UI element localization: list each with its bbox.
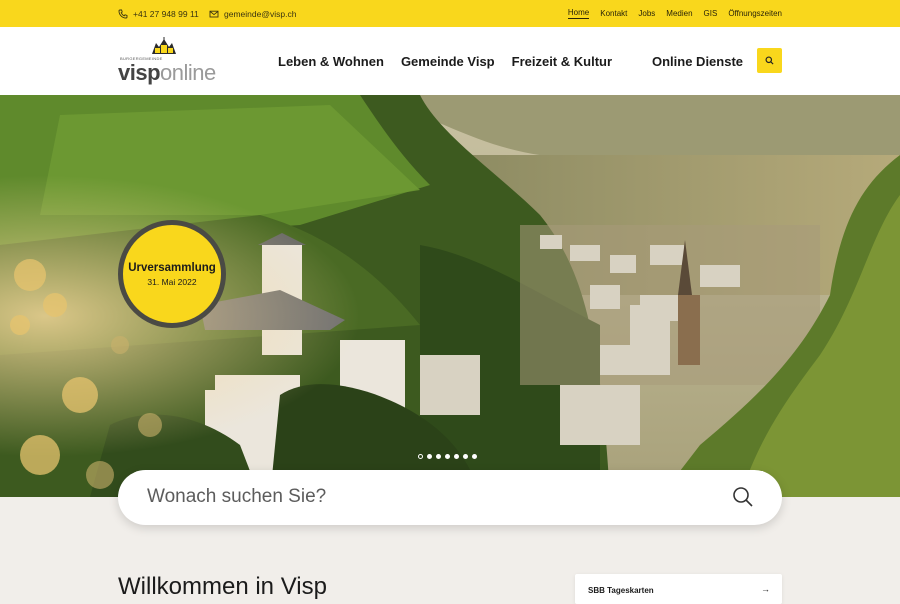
top-links: Home Kontakt Jobs Medien GIS Öffnungszei… <box>567 0 782 27</box>
top-link-medien[interactable]: Medien <box>666 9 692 18</box>
sbb-tageskarten-card[interactable]: SBB Tageskarten → <box>575 574 782 604</box>
nav-item-freizeit-kultur[interactable]: Freizeit & Kultur <box>512 54 612 69</box>
slider-dot-7[interactable] <box>472 454 477 459</box>
logo-wordmark: visponline <box>118 60 216 86</box>
sbb-label: SBB Tageskarten <box>588 586 654 595</box>
top-link-kontakt[interactable]: Kontakt <box>600 9 627 18</box>
nav-item-leben-wohnen[interactable]: Leben & Wohnen <box>278 54 384 69</box>
top-link-oeffnungszeiten[interactable]: Öffnungszeiten <box>728 9 782 18</box>
badge-date: 31. Mai 2022 <box>147 276 197 287</box>
nav-item-gemeinde-visp[interactable]: Gemeinde Visp <box>401 54 495 69</box>
logo-word-visp: visp <box>118 60 161 85</box>
top-link-jobs[interactable]: Jobs <box>638 9 655 18</box>
site-logo[interactable]: BURGERGEMEINDE visponline <box>118 35 218 87</box>
phone-number: +41 27 948 99 11 <box>133 8 199 19</box>
slider-dot-5[interactable] <box>454 454 459 459</box>
welcome-heading: Willkommen in Visp <box>118 573 327 600</box>
main-header: BURGERGEMEINDE visponline Leben & Wohnen… <box>0 27 900 95</box>
nav-online: Online Dienste <box>652 27 760 95</box>
top-bar: +41 27 948 99 11 gemeinde@visp.ch Home K… <box>0 0 900 27</box>
event-badge[interactable]: Urversammlung 31. Mai 2022 <box>118 220 226 328</box>
top-link-gis[interactable]: GIS <box>704 9 718 18</box>
slider-dot-2[interactable] <box>427 454 432 459</box>
search-icon <box>765 56 774 65</box>
slider-dot-6[interactable] <box>463 454 468 459</box>
nav-item-online-dienste[interactable]: Online Dienste <box>652 54 743 69</box>
email-address: gemeinde@visp.ch <box>224 8 297 19</box>
main-nav: Leben & Wohnen Gemeinde Visp Freizeit & … <box>278 27 629 95</box>
slider-dot-4[interactable] <box>445 454 450 459</box>
phone-icon <box>118 9 128 18</box>
badge-title: Urversammlung <box>128 261 216 274</box>
search-input[interactable] <box>147 482 707 512</box>
header-search-button[interactable] <box>757 48 782 73</box>
email-contact[interactable]: gemeinde@visp.ch <box>209 0 296 27</box>
slider-dots <box>418 454 477 459</box>
hero-slider: Urversammlung 31. Mai 2022 ← → <box>0 95 900 497</box>
slider-dot-1[interactable] <box>418 454 423 459</box>
crest-icon <box>152 37 176 54</box>
search-bar <box>118 470 782 525</box>
phone-contact[interactable]: +41 27 948 99 11 <box>118 0 199 27</box>
slider-dot-3[interactable] <box>436 454 441 459</box>
logo-word-online: online <box>160 60 216 85</box>
search-icon[interactable] <box>732 486 754 508</box>
top-link-home[interactable]: Home <box>567 8 590 19</box>
mail-icon <box>209 10 219 17</box>
arrow-right-icon: → <box>761 584 770 594</box>
